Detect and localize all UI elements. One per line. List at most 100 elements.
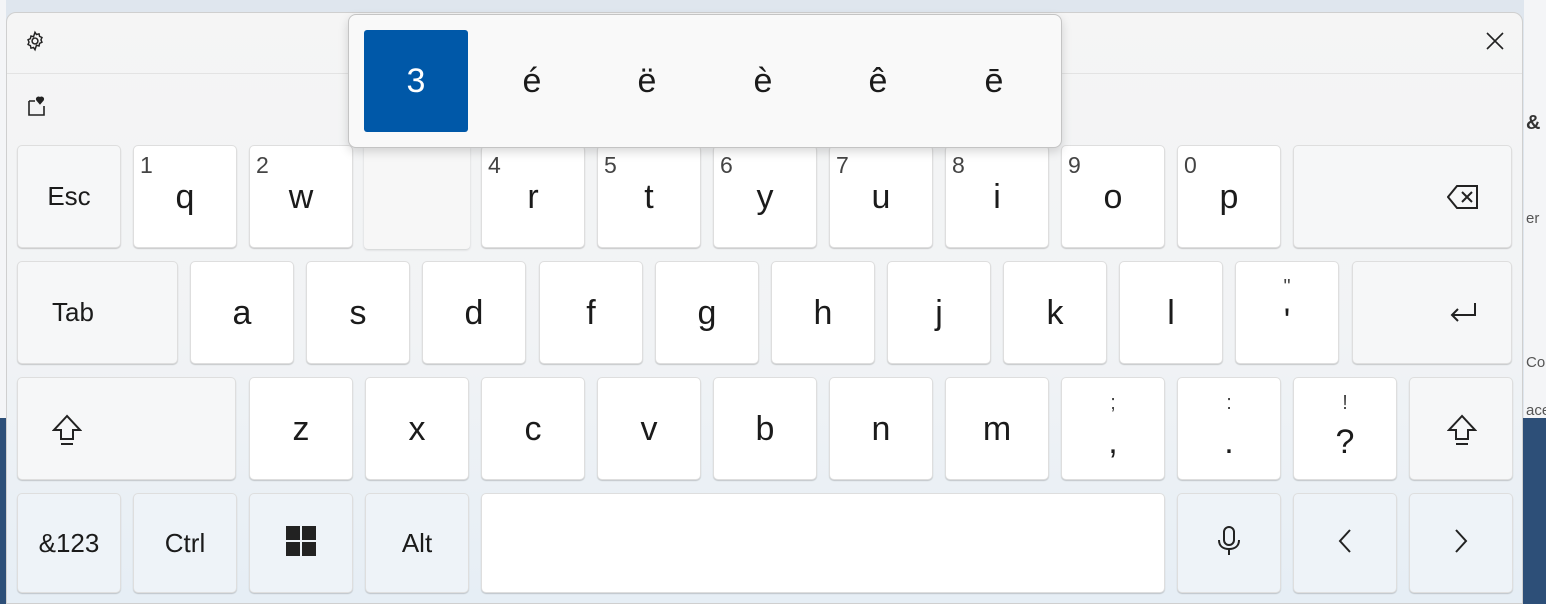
- key-b[interactable]: b: [713, 377, 817, 480]
- tab-label: Tab: [52, 297, 94, 327]
- backspace-key[interactable]: [1293, 145, 1512, 248]
- key-label: .: [1224, 423, 1234, 461]
- key-m[interactable]: m: [945, 377, 1049, 480]
- key-g[interactable]: g: [655, 261, 759, 364]
- key-period[interactable]: : .: [1177, 377, 1281, 480]
- close-icon[interactable]: [1481, 27, 1509, 55]
- key-label: w: [288, 177, 314, 216]
- esc-key[interactable]: Esc: [17, 145, 121, 248]
- shift-icon: [1446, 414, 1478, 451]
- key-hint: 6: [720, 152, 733, 178]
- key-label: f: [586, 293, 596, 332]
- key-a[interactable]: a: [190, 261, 294, 364]
- key-label: q: [175, 177, 195, 216]
- key-t[interactable]: 5 t: [597, 145, 701, 248]
- emoji-panel-icon[interactable]: [23, 93, 51, 121]
- key-label: i: [993, 177, 1001, 216]
- key-hint: 9: [1068, 152, 1081, 178]
- enter-icon: [1448, 300, 1478, 331]
- alternate-option[interactable]: ē: [942, 30, 1046, 132]
- key-x[interactable]: x: [365, 377, 469, 480]
- chevron-right-icon: [1453, 528, 1469, 559]
- microphone-key[interactable]: [1177, 493, 1281, 593]
- left-arrow-key[interactable]: [1293, 493, 1397, 593]
- alternate-option[interactable]: ë: [595, 30, 699, 132]
- key-hint: 1: [140, 152, 153, 178]
- symbols-key[interactable]: &123: [17, 493, 121, 593]
- key-r[interactable]: 4 r: [481, 145, 585, 248]
- key-h[interactable]: h: [771, 261, 875, 364]
- pressed-key-e[interactable]: [364, 147, 470, 249]
- key-apostrophe[interactable]: " ': [1235, 261, 1339, 364]
- key-label: a: [232, 293, 252, 332]
- key-hint: 8: [952, 152, 965, 178]
- key-j[interactable]: j: [887, 261, 991, 364]
- tab-key[interactable]: Tab: [17, 261, 178, 364]
- key-comma[interactable]: ; ,: [1061, 377, 1165, 480]
- key-i[interactable]: 8 i: [945, 145, 1049, 248]
- key-hint: 0: [1184, 152, 1197, 178]
- key-u[interactable]: 7 u: [829, 145, 933, 248]
- alt-label: Alt: [401, 527, 433, 558]
- key-hint: 2: [256, 152, 269, 178]
- right-arrow-key[interactable]: [1409, 493, 1513, 593]
- key-y[interactable]: 6 y: [713, 145, 817, 248]
- key-f[interactable]: f: [539, 261, 643, 364]
- key-z[interactable]: z: [249, 377, 353, 480]
- key-label: b: [755, 409, 775, 448]
- key-n[interactable]: n: [829, 377, 933, 480]
- background-text: Con: [1526, 354, 1546, 371]
- microphone-icon: [1216, 525, 1242, 562]
- key-s[interactable]: s: [306, 261, 410, 364]
- key-d[interactable]: d: [422, 261, 526, 364]
- background-window-right: & er Con ace: [1524, 0, 1546, 418]
- key-label: ?: [1335, 423, 1355, 461]
- enter-key[interactable]: [1352, 261, 1512, 364]
- key-question[interactable]: ! ?: [1293, 377, 1397, 480]
- gear-icon[interactable]: [21, 27, 49, 55]
- key-alt-symbol: ;: [1110, 392, 1116, 414]
- key-q[interactable]: 1 q: [133, 145, 237, 248]
- key-label: z: [292, 409, 310, 448]
- key-l[interactable]: l: [1119, 261, 1223, 364]
- symbols-label: &123: [38, 527, 100, 558]
- key-alt-symbol: :: [1226, 392, 1232, 414]
- space-key[interactable]: [481, 493, 1165, 593]
- shift-icon: [51, 414, 83, 451]
- key-v[interactable]: v: [597, 377, 701, 480]
- key-k[interactable]: k: [1003, 261, 1107, 364]
- alternate-option[interactable]: é: [480, 30, 584, 132]
- key-label: s: [349, 293, 367, 332]
- key-label: d: [464, 293, 484, 332]
- alternate-option-selected[interactable]: 3: [364, 30, 468, 132]
- key-hint: 7: [836, 152, 849, 178]
- key-label: n: [871, 409, 891, 448]
- right-shift-key[interactable]: [1409, 377, 1513, 480]
- ctrl-key[interactable]: Ctrl: [133, 493, 237, 593]
- key-alt-symbol: !: [1342, 392, 1348, 414]
- key-label: h: [813, 293, 833, 332]
- key-label: ': [1283, 302, 1291, 340]
- key-c[interactable]: c: [481, 377, 585, 480]
- ctrl-label: Ctrl: [164, 527, 206, 558]
- key-label: r: [527, 177, 539, 216]
- key-label: y: [756, 177, 774, 216]
- windows-key[interactable]: [249, 493, 353, 593]
- background-text: &: [1526, 112, 1541, 134]
- background-text: er: [1526, 210, 1540, 227]
- key-label: g: [697, 293, 717, 332]
- alternate-option[interactable]: è: [711, 30, 815, 132]
- windows-icon: [286, 525, 316, 561]
- key-label: t: [644, 177, 654, 216]
- key-p[interactable]: 0 p: [1177, 145, 1281, 248]
- key-o[interactable]: 9 o: [1061, 145, 1165, 248]
- accent-popup: 3 é ë è ê ē: [348, 14, 1062, 148]
- left-shift-key[interactable]: [17, 377, 236, 480]
- alt-key[interactable]: Alt: [365, 493, 469, 593]
- alternate-option[interactable]: ê: [826, 30, 930, 132]
- key-w[interactable]: 2 w: [249, 145, 353, 248]
- chevron-left-icon: [1337, 528, 1353, 559]
- key-label: x: [408, 409, 426, 448]
- key-label: v: [640, 409, 658, 448]
- backspace-icon: [1446, 184, 1479, 215]
